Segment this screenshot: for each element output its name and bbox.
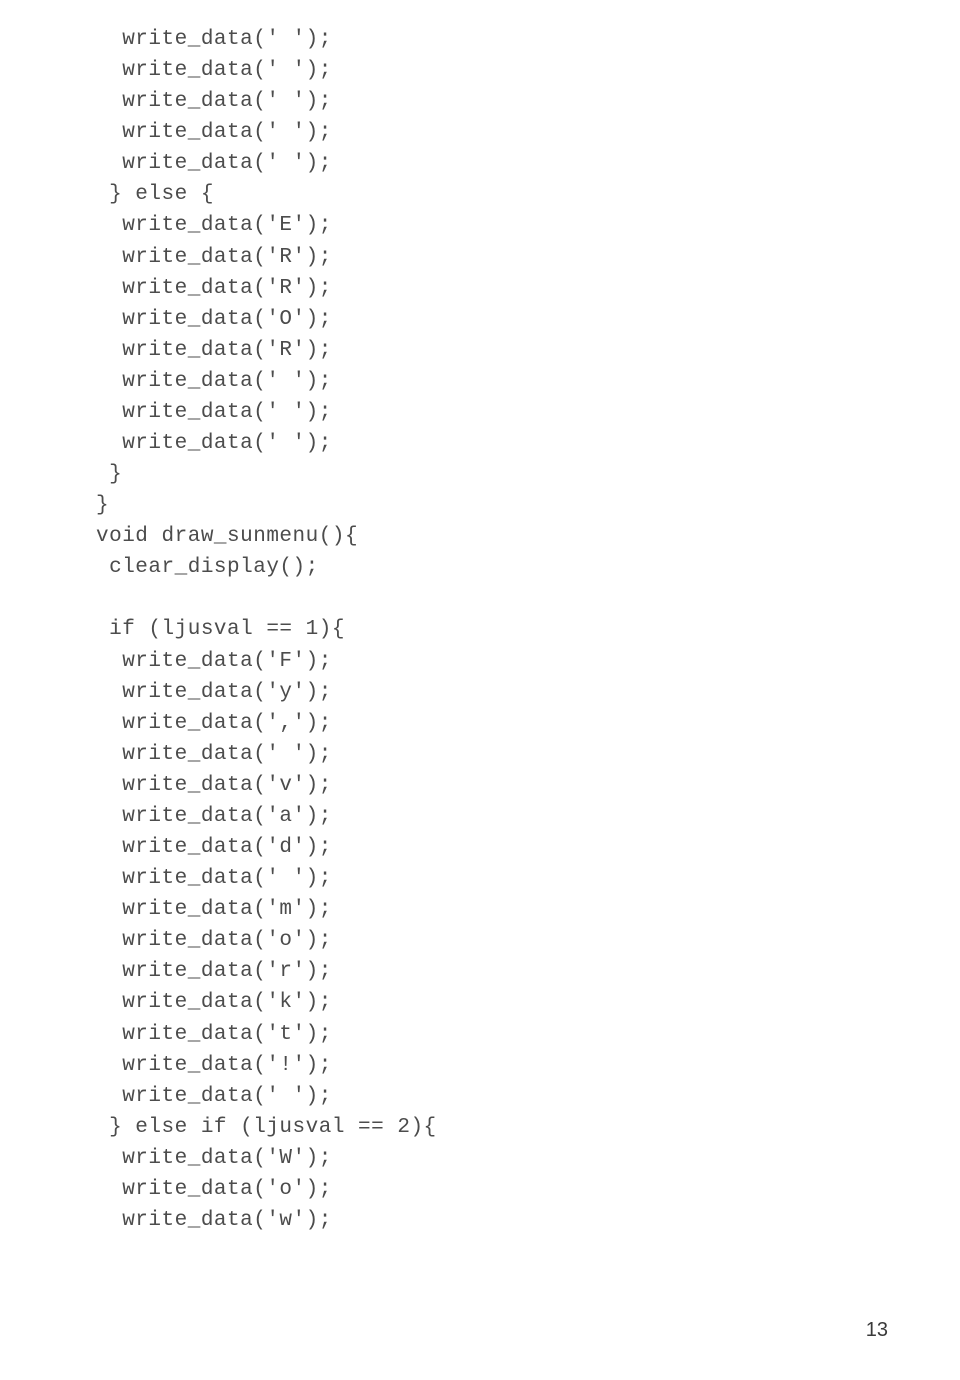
code-listing: write_data(' '); write_data(' '); write_… bbox=[96, 24, 900, 1236]
page-number: 13 bbox=[866, 1316, 888, 1346]
document-page: write_data(' '); write_data(' '); write_… bbox=[0, 0, 960, 1380]
